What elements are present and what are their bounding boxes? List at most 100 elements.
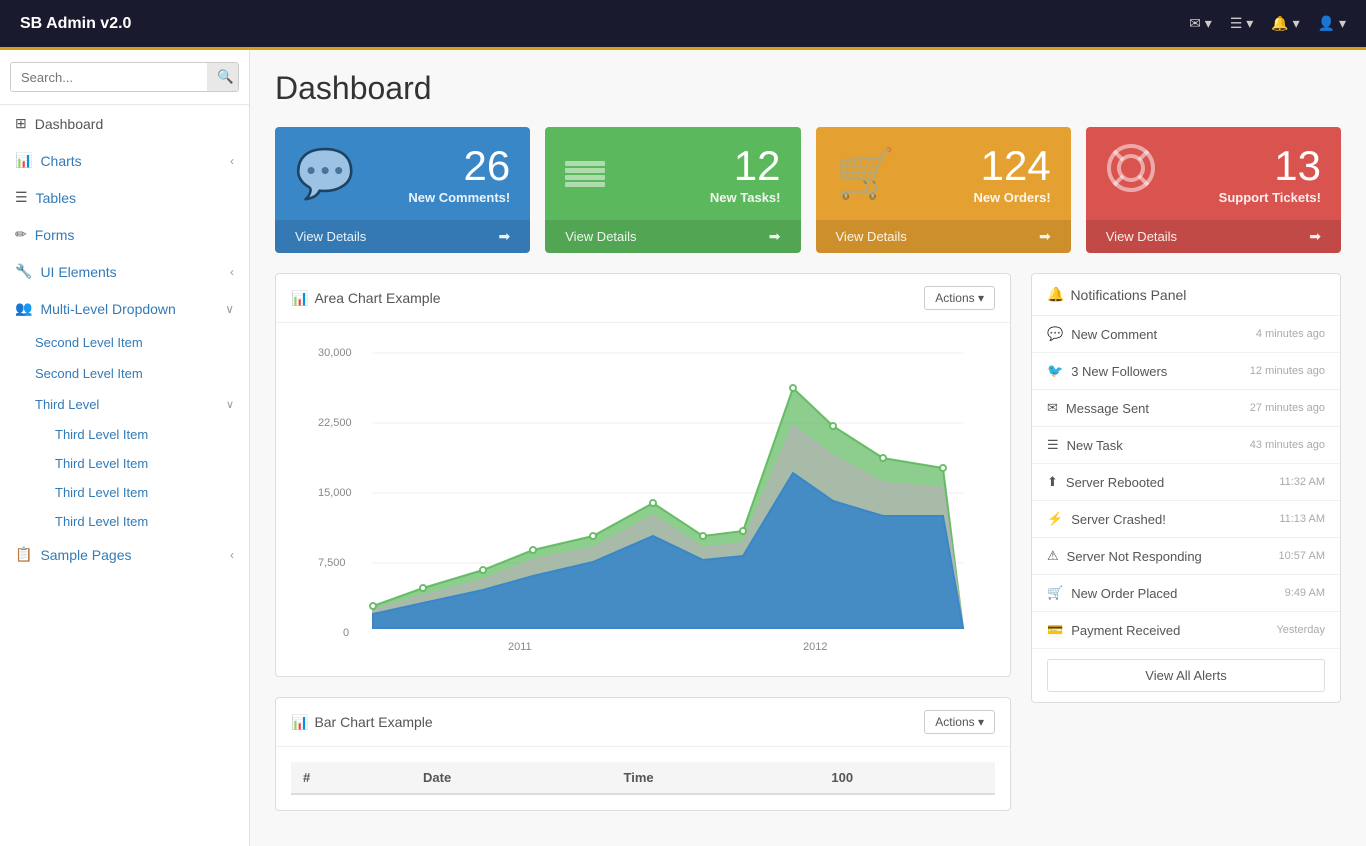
- orders-card-value: 124: [973, 142, 1050, 190]
- sidebar-item-charts[interactable]: 📊 Charts ‹: [0, 142, 249, 179]
- col-header-value: 100: [819, 762, 995, 794]
- notif-item-3[interactable]: ✉ Message Sent 27 minutes ago: [1032, 390, 1340, 427]
- notif-text-1: New Comment: [1071, 327, 1157, 342]
- notifications-panel-header: 🔔 Notifications Panel: [1032, 274, 1340, 316]
- notif-icon-6: ⚡: [1047, 511, 1063, 527]
- user-nav-btn[interactable]: 👤 ▾: [1318, 15, 1346, 32]
- notifications-panel: 🔔 Notifications Panel 💬 New Comment 4 mi…: [1031, 273, 1341, 703]
- sidebar-item-multi-level[interactable]: 👥 Multi-Level Dropdown ∨: [0, 290, 249, 327]
- notif-time-7: 10:57 AM: [1279, 550, 1325, 562]
- notif-time-4: 43 minutes ago: [1250, 439, 1325, 451]
- sidebar-item-ui-elements[interactable]: 🔧 UI Elements ‹: [0, 253, 249, 290]
- svg-text:30,000: 30,000: [318, 347, 352, 359]
- tickets-view-details-link[interactable]: View Details: [1106, 229, 1177, 244]
- sidebar-second-level-item-2[interactable]: Second Level Item: [0, 358, 249, 389]
- tasks-nav-btn[interactable]: ☰ ▾: [1230, 15, 1253, 32]
- sidebar-item-forms-label: Forms: [35, 227, 75, 243]
- topnav-icons-group: ✉ ▾ ☰ ▾ 🔔 ▾ 👤 ▾: [1189, 15, 1346, 32]
- third-level-item-2-label: Third Level Item: [55, 456, 148, 471]
- page-title: Dashboard: [275, 70, 1341, 107]
- area-chart-header: 📊 Area Chart Example Actions ▾: [276, 274, 1010, 323]
- notif-icon-8: 🛒: [1047, 585, 1063, 601]
- multi-level-chevron-icon: ∨: [225, 302, 234, 316]
- comments-card-value: 26: [408, 142, 510, 190]
- orders-view-details-link[interactable]: View Details: [836, 229, 907, 244]
- notif-item-4[interactable]: ☰ New Task 43 minutes ago: [1032, 427, 1340, 464]
- notif-icon-3: ✉: [1047, 400, 1058, 416]
- bar-chart-actions-button[interactable]: Actions ▾: [924, 710, 995, 734]
- sample-pages-icon: 📋: [15, 546, 32, 563]
- notifications-panel-title: Notifications Panel: [1070, 287, 1186, 303]
- bar-chart-table-container: # Date Time 100: [291, 762, 995, 795]
- notif-text-4: New Task: [1067, 438, 1123, 453]
- svg-text:2011: 2011: [508, 641, 532, 653]
- notif-time-1: 4 minutes ago: [1256, 328, 1325, 340]
- notif-item-9[interactable]: 💳 Payment Received Yesterday: [1032, 612, 1340, 649]
- sidebar-item-tables[interactable]: ☰ Tables: [0, 179, 249, 216]
- brand-title: SB Admin v2.0: [20, 15, 1189, 33]
- sidebar-item-dashboard-label: Dashboard: [35, 116, 104, 132]
- notif-text-6: Server Crashed!: [1071, 512, 1166, 527]
- notif-text-9: Payment Received: [1071, 623, 1180, 638]
- area-chart-panel: 📊 Area Chart Example Actions ▾ 30,000 22…: [275, 273, 1011, 677]
- col-header-date: Date: [411, 762, 612, 794]
- email-nav-btn[interactable]: ✉ ▾: [1189, 15, 1212, 32]
- charts-chevron-icon: ‹: [230, 154, 234, 168]
- sidebar-third-level-item-4[interactable]: Third Level Item: [0, 507, 249, 536]
- notif-item-6[interactable]: ⚡ Server Crashed! 11:13 AM: [1032, 501, 1340, 538]
- tasks-view-details-link[interactable]: View Details: [565, 229, 636, 244]
- notif-time-9: Yesterday: [1276, 624, 1325, 636]
- sidebar-third-level-item-3[interactable]: Third Level Item: [0, 478, 249, 507]
- notif-item-1[interactable]: 💬 New Comment 4 minutes ago: [1032, 316, 1340, 353]
- alerts-nav-btn[interactable]: 🔔 ▾: [1271, 15, 1299, 32]
- comments-view-details-link[interactable]: View Details: [295, 229, 366, 244]
- area-chart-svg: 30,000 22,500 15,000 7,500 0: [291, 338, 995, 658]
- notif-text-2: 3 New Followers: [1071, 364, 1167, 379]
- notif-text-5: Server Rebooted: [1066, 475, 1164, 490]
- comments-card-icon: 💬: [295, 145, 355, 202]
- sidebar-item-sample-pages[interactable]: 📋 Sample Pages ‹: [0, 536, 249, 573]
- stat-card-comments: 💬 26 New Comments! View Details ➡: [275, 127, 530, 253]
- notif-item-2[interactable]: 🐦 3 New Followers 12 minutes ago: [1032, 353, 1340, 390]
- svg-text:0: 0: [343, 627, 349, 639]
- area-chart-actions-button[interactable]: Actions ▾: [924, 286, 995, 310]
- notif-time-3: 27 minutes ago: [1250, 402, 1325, 414]
- notif-text-8: New Order Placed: [1071, 586, 1177, 601]
- notif-icon-7: ⚠: [1047, 548, 1059, 564]
- ui-elements-icon: 🔧: [15, 263, 32, 280]
- third-level-item-3-label: Third Level Item: [55, 485, 148, 500]
- third-level-chevron-icon: ∨: [226, 398, 234, 411]
- sidebar-third-level-item-2[interactable]: Third Level Item: [0, 449, 249, 478]
- third-level-item-4-label: Third Level Item: [55, 514, 148, 529]
- tables-icon: ☰: [15, 189, 28, 206]
- area-chart-bar-icon: 📊: [291, 290, 308, 307]
- tasks-card-label: New Tasks!: [710, 190, 781, 205]
- notif-text-3: Message Sent: [1066, 401, 1149, 416]
- bar-chart-title: 📊 Bar Chart Example: [291, 714, 433, 731]
- notif-time-2: 12 minutes ago: [1250, 365, 1325, 377]
- stat-card-orders: 🛒 124 New Orders! View Details ➡: [816, 127, 1071, 253]
- sidebar-search-area: 🔍: [0, 50, 249, 105]
- stat-cards-row: 💬 26 New Comments! View Details ➡: [275, 127, 1341, 253]
- view-all-alerts-button[interactable]: View All Alerts: [1047, 659, 1325, 692]
- search-input[interactable]: [11, 63, 207, 91]
- top-navbar: SB Admin v2.0 ✉ ▾ ☰ ▾ 🔔 ▾ 👤 ▾: [0, 0, 1366, 50]
- sidebar-item-sample-pages-label: Sample Pages: [40, 547, 131, 563]
- comments-card-arrow-icon: ➡: [499, 228, 511, 245]
- notif-item-7[interactable]: ⚠ Server Not Responding 10:57 AM: [1032, 538, 1340, 575]
- dashboard-icon: ⊞: [15, 115, 27, 132]
- sidebar-third-level-header[interactable]: Third Level ∨: [0, 389, 249, 420]
- sidebar-second-level-item-1[interactable]: Second Level Item: [0, 327, 249, 358]
- area-chart-body: 30,000 22,500 15,000 7,500 0: [276, 323, 1010, 676]
- sidebar-item-forms[interactable]: ✏ Forms: [0, 216, 249, 253]
- notifications-bell-icon: 🔔: [1047, 286, 1064, 303]
- charts-column: 📊 Area Chart Example Actions ▾ 30,000 22…: [275, 273, 1011, 831]
- notif-item-5[interactable]: ⬆ Server Rebooted 11:32 AM: [1032, 464, 1340, 501]
- svg-text:2012: 2012: [803, 641, 827, 653]
- notif-time-6: 11:13 AM: [1279, 513, 1325, 525]
- sidebar-item-dashboard[interactable]: ⊞ Dashboard: [0, 105, 249, 142]
- notif-item-8[interactable]: 🛒 New Order Placed 9:49 AM: [1032, 575, 1340, 612]
- search-button[interactable]: 🔍: [207, 63, 239, 91]
- sidebar-third-level-item-1[interactable]: Third Level Item: [0, 420, 249, 449]
- sidebar: 🔍 ⊞ Dashboard 📊 Charts ‹ ☰ Tables ✏ Form…: [0, 50, 250, 846]
